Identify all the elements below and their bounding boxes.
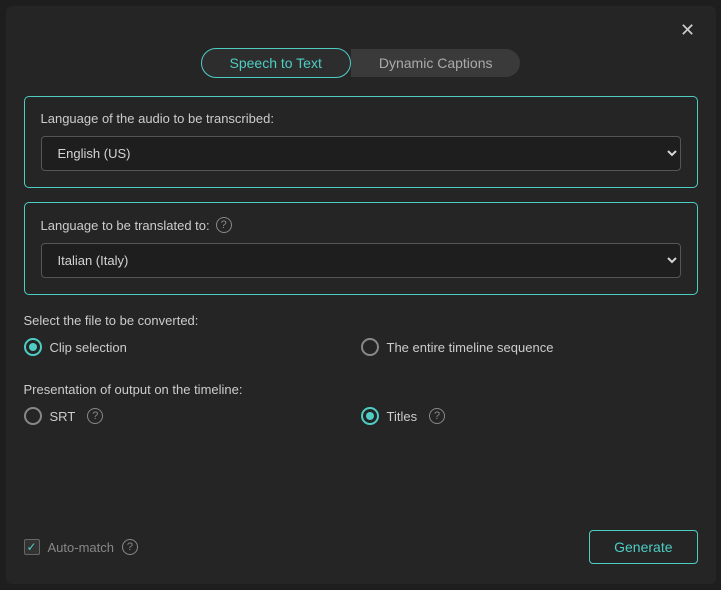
audio-language-section: Language of the audio to be transcribed:… — [24, 96, 698, 188]
tab-strip: Speech to Text Dynamic Captions — [6, 48, 716, 78]
radio-entire-timeline-circle[interactable] — [361, 338, 379, 356]
tab-dynamic-captions[interactable]: Dynamic Captions — [351, 49, 521, 77]
auto-match-help-icon[interactable]: ? — [122, 539, 138, 555]
radio-srt-circle[interactable] — [24, 407, 42, 425]
title-bar: ✕ — [6, 6, 716, 48]
srt-help-icon[interactable]: ? — [87, 408, 103, 424]
presentation-radio-group: SRT ? Titles ? — [24, 407, 698, 425]
radio-titles-label: Titles — [387, 409, 418, 424]
tab-speech-to-text[interactable]: Speech to Text — [201, 48, 351, 78]
auto-match-label: Auto-match — [48, 540, 114, 555]
radio-entire-timeline[interactable]: The entire timeline sequence — [361, 338, 698, 356]
radio-entire-timeline-label: The entire timeline sequence — [387, 340, 554, 355]
audio-language-select[interactable]: English (US) English (UK) Spanish French… — [41, 136, 681, 171]
translation-language-select[interactable]: None English (US) Spanish French German … — [41, 243, 681, 278]
generate-button[interactable]: Generate — [589, 530, 697, 564]
presentation-section: Presentation of output on the timeline: … — [24, 378, 698, 429]
translation-language-section: Language to be translated to: ? None Eng… — [24, 202, 698, 295]
titles-help-icon[interactable]: ? — [429, 408, 445, 424]
file-selection-label: Select the file to be converted: — [24, 313, 698, 328]
auto-match-group: Auto-match ? — [24, 539, 138, 555]
footer: Auto-match ? Generate — [24, 516, 698, 564]
audio-language-label: Language of the audio to be transcribed: — [41, 111, 681, 126]
radio-clip-selection[interactable]: Clip selection — [24, 338, 361, 356]
translation-help-icon[interactable]: ? — [216, 217, 232, 233]
dialog: ✕ Speech to Text Dynamic Captions Langua… — [6, 6, 716, 584]
radio-titles-circle[interactable] — [361, 407, 379, 425]
auto-match-checkbox[interactable] — [24, 539, 40, 555]
file-selection-section: Select the file to be converted: Clip se… — [24, 309, 698, 360]
radio-srt-label: SRT — [50, 409, 76, 424]
close-button[interactable]: ✕ — [676, 18, 700, 42]
radio-clip-selection-circle[interactable] — [24, 338, 42, 356]
radio-titles[interactable]: Titles ? — [361, 407, 698, 425]
radio-srt[interactable]: SRT ? — [24, 407, 361, 425]
presentation-label: Presentation of output on the timeline: — [24, 382, 698, 397]
translation-language-label: Language to be translated to: ? — [41, 217, 681, 233]
file-selection-radio-group: Clip selection The entire timeline seque… — [24, 338, 698, 356]
radio-clip-selection-label: Clip selection — [50, 340, 127, 355]
